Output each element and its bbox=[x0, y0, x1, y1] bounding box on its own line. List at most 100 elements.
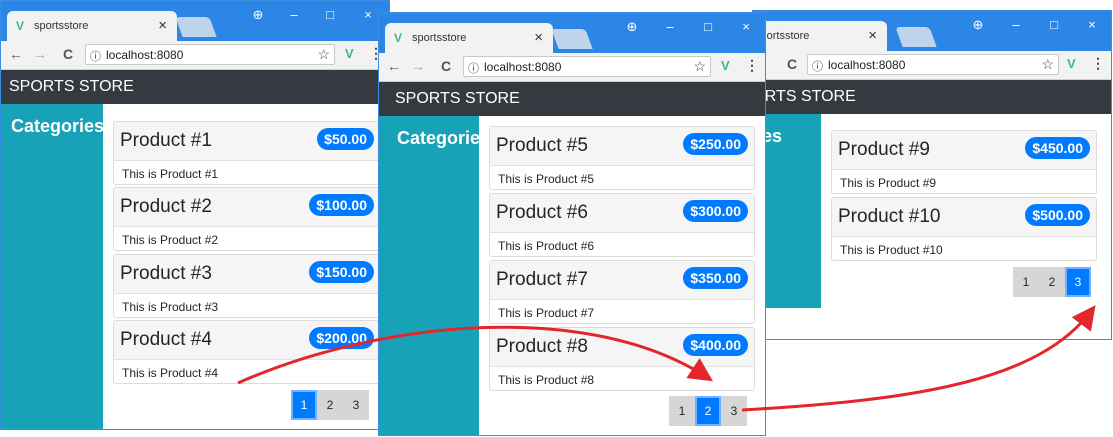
reload-icon[interactable]: C bbox=[787, 56, 797, 72]
vue-devtools-icon[interactable]: V bbox=[721, 58, 730, 73]
store-brand[interactable]: SPORTS STORE bbox=[9, 78, 134, 96]
product-card: Product #4 $200.00 This is Product #4 bbox=[113, 320, 381, 384]
close-window-icon[interactable]: × bbox=[357, 7, 379, 22]
pagination: 1 2 3 bbox=[669, 396, 749, 426]
tab-close-icon[interactable]: × bbox=[158, 17, 167, 34]
store-navbar: SPORTS STORE bbox=[1, 70, 389, 104]
price-badge: $300.00 bbox=[683, 200, 748, 222]
maximize-icon[interactable]: □ bbox=[1043, 17, 1065, 32]
maximize-icon[interactable]: □ bbox=[697, 19, 719, 34]
store-brand[interactable]: SPORTS STORE bbox=[395, 90, 520, 108]
info-icon[interactable]: ⓘ bbox=[468, 60, 479, 76]
bookmark-star-icon[interactable]: ☆ bbox=[1041, 56, 1054, 73]
close-window-icon[interactable]: × bbox=[1081, 17, 1103, 32]
reload-icon[interactable]: C bbox=[63, 46, 73, 62]
product-list: Product #9 $450.00 This is Product #9 Pr… bbox=[821, 114, 1111, 339]
back-icon[interactable]: ← bbox=[387, 58, 401, 74]
product-card: Product #9 $450.00 This is Product #9 bbox=[831, 130, 1097, 194]
info-icon[interactable]: ⓘ bbox=[812, 58, 823, 74]
forward-icon[interactable]: → bbox=[33, 46, 47, 62]
product-list: Product #1 $50.00 This is Product #1 Pro… bbox=[103, 104, 389, 429]
title-bar: V sportsstore × ⊕ – □ × bbox=[1, 1, 389, 41]
page-button-2[interactable]: 2 bbox=[317, 390, 343, 420]
back-icon[interactable]: ← bbox=[9, 46, 23, 62]
page-button-1[interactable]: 1 bbox=[291, 390, 317, 420]
price-badge: $500.00 bbox=[1025, 204, 1090, 226]
product-list: Product #5 $250.00 This is Product #5 Pr… bbox=[479, 116, 765, 435]
browser-toolbar: ← → C ⓘ localhost:8080 ☆ V ⋮ bbox=[1, 41, 389, 70]
address-bar[interactable]: ⓘ localhost:8080 ☆ bbox=[85, 44, 335, 65]
browser-tab[interactable]: V sportsstore × bbox=[385, 23, 553, 53]
close-window-icon[interactable]: × bbox=[735, 19, 757, 34]
reload-icon[interactable]: C bbox=[441, 58, 451, 74]
price-badge: $250.00 bbox=[683, 133, 748, 155]
address-bar[interactable]: ⓘ localhost:8080 ☆ bbox=[807, 54, 1059, 75]
store-navbar: SPORTS STORE bbox=[379, 82, 765, 116]
price-badge: $200.00 bbox=[309, 327, 374, 349]
tab-close-icon[interactable]: × bbox=[868, 27, 877, 44]
new-tab-button[interactable] bbox=[551, 29, 593, 49]
price-badge: $400.00 bbox=[683, 334, 748, 356]
page-button-3[interactable]: 3 bbox=[343, 390, 369, 420]
address-bar[interactable]: ⓘ localhost:8080 ☆ bbox=[463, 56, 711, 77]
product-card: Product #5 $250.00 This is Product #5 bbox=[489, 126, 755, 190]
product-description: This is Product #7 bbox=[498, 306, 595, 320]
price-badge: $350.00 bbox=[683, 267, 748, 289]
product-description: This is Product #5 bbox=[498, 172, 595, 186]
product-name: Product #7 bbox=[496, 269, 588, 290]
vue-devtools-icon[interactable]: V bbox=[1067, 56, 1076, 71]
page-button-1[interactable]: 1 bbox=[669, 396, 695, 426]
bookmark-star-icon[interactable]: ☆ bbox=[693, 58, 706, 75]
product-card: Product #2 $100.00 This is Product #2 bbox=[113, 187, 381, 251]
browser-tab[interactable]: sportsstore × bbox=[753, 21, 887, 51]
product-name: Product #6 bbox=[496, 202, 588, 223]
menu-icon[interactable]: ⋮ bbox=[1091, 55, 1105, 72]
product-description: This is Product #3 bbox=[122, 300, 219, 314]
tab-title: sportsstore bbox=[34, 20, 89, 32]
pagination: 1 2 3 bbox=[291, 390, 371, 420]
menu-icon[interactable]: ⋮ bbox=[745, 57, 759, 74]
info-icon[interactable]: ⓘ bbox=[90, 48, 101, 64]
product-card: Product #6 $300.00 This is Product #6 bbox=[489, 193, 755, 257]
product-card: Product #8 $400.00 This is Product #8 bbox=[489, 327, 755, 391]
product-description: This is Product #2 bbox=[122, 233, 219, 247]
product-card: Product #1 $50.00 This is Product #1 bbox=[113, 121, 381, 185]
page-button-3[interactable]: 3 bbox=[721, 396, 747, 426]
maximize-icon[interactable]: □ bbox=[319, 7, 341, 22]
page-button-3[interactable]: 3 bbox=[1065, 267, 1091, 297]
store-brand[interactable]: SPORTS STORE bbox=[753, 88, 856, 106]
page-button-1[interactable]: 1 bbox=[1013, 267, 1039, 297]
product-description: This is Product #6 bbox=[498, 239, 595, 253]
bookmark-star-icon[interactable]: ☆ bbox=[317, 46, 330, 63]
minimize-icon[interactable]: – bbox=[1005, 17, 1027, 32]
page-button-2[interactable]: 2 bbox=[1039, 267, 1065, 297]
address-url: localhost:8080 bbox=[106, 48, 184, 62]
product-name: Product #9 bbox=[838, 139, 930, 160]
store-navbar: SPORTS STORE bbox=[753, 80, 1111, 114]
product-description: This is Product #8 bbox=[498, 373, 595, 387]
new-tab-button[interactable] bbox=[175, 17, 217, 37]
address-url: localhost:8080 bbox=[828, 58, 906, 72]
product-card: Product #3 $150.00 This is Product #3 bbox=[113, 254, 381, 318]
tab-title: sportsstore bbox=[412, 32, 467, 44]
product-name: Product #10 bbox=[838, 206, 941, 227]
forward-icon[interactable]: → bbox=[411, 58, 425, 74]
categories-sidebar: Categories bbox=[379, 116, 490, 435]
new-tab-button[interactable] bbox=[895, 27, 937, 47]
browser-toolbar: ← → C ⓘ localhost:8080 ☆ V ⋮ bbox=[379, 53, 765, 82]
account-icon[interactable]: ⊕ bbox=[247, 7, 269, 23]
browser-window-2: V sportsstore × ⊕ – □ × ← → C ⓘ localhos… bbox=[378, 12, 766, 436]
product-name: Product #1 bbox=[120, 130, 212, 151]
vue-devtools-icon[interactable]: V bbox=[345, 46, 354, 61]
product-card: Product #7 $350.00 This is Product #7 bbox=[489, 260, 755, 324]
account-icon[interactable]: ⊕ bbox=[967, 17, 989, 33]
minimize-icon[interactable]: – bbox=[659, 19, 681, 34]
minimize-icon[interactable]: – bbox=[283, 7, 305, 22]
tab-close-icon[interactable]: × bbox=[534, 29, 543, 46]
account-icon[interactable]: ⊕ bbox=[621, 19, 643, 35]
product-name: Product #2 bbox=[120, 196, 212, 217]
browser-tab[interactable]: V sportsstore × bbox=[7, 11, 177, 41]
price-badge: $50.00 bbox=[317, 128, 374, 150]
page-button-2[interactable]: 2 bbox=[695, 396, 721, 426]
browser-toolbar: C ⓘ localhost:8080 ☆ V ⋮ bbox=[753, 51, 1111, 80]
